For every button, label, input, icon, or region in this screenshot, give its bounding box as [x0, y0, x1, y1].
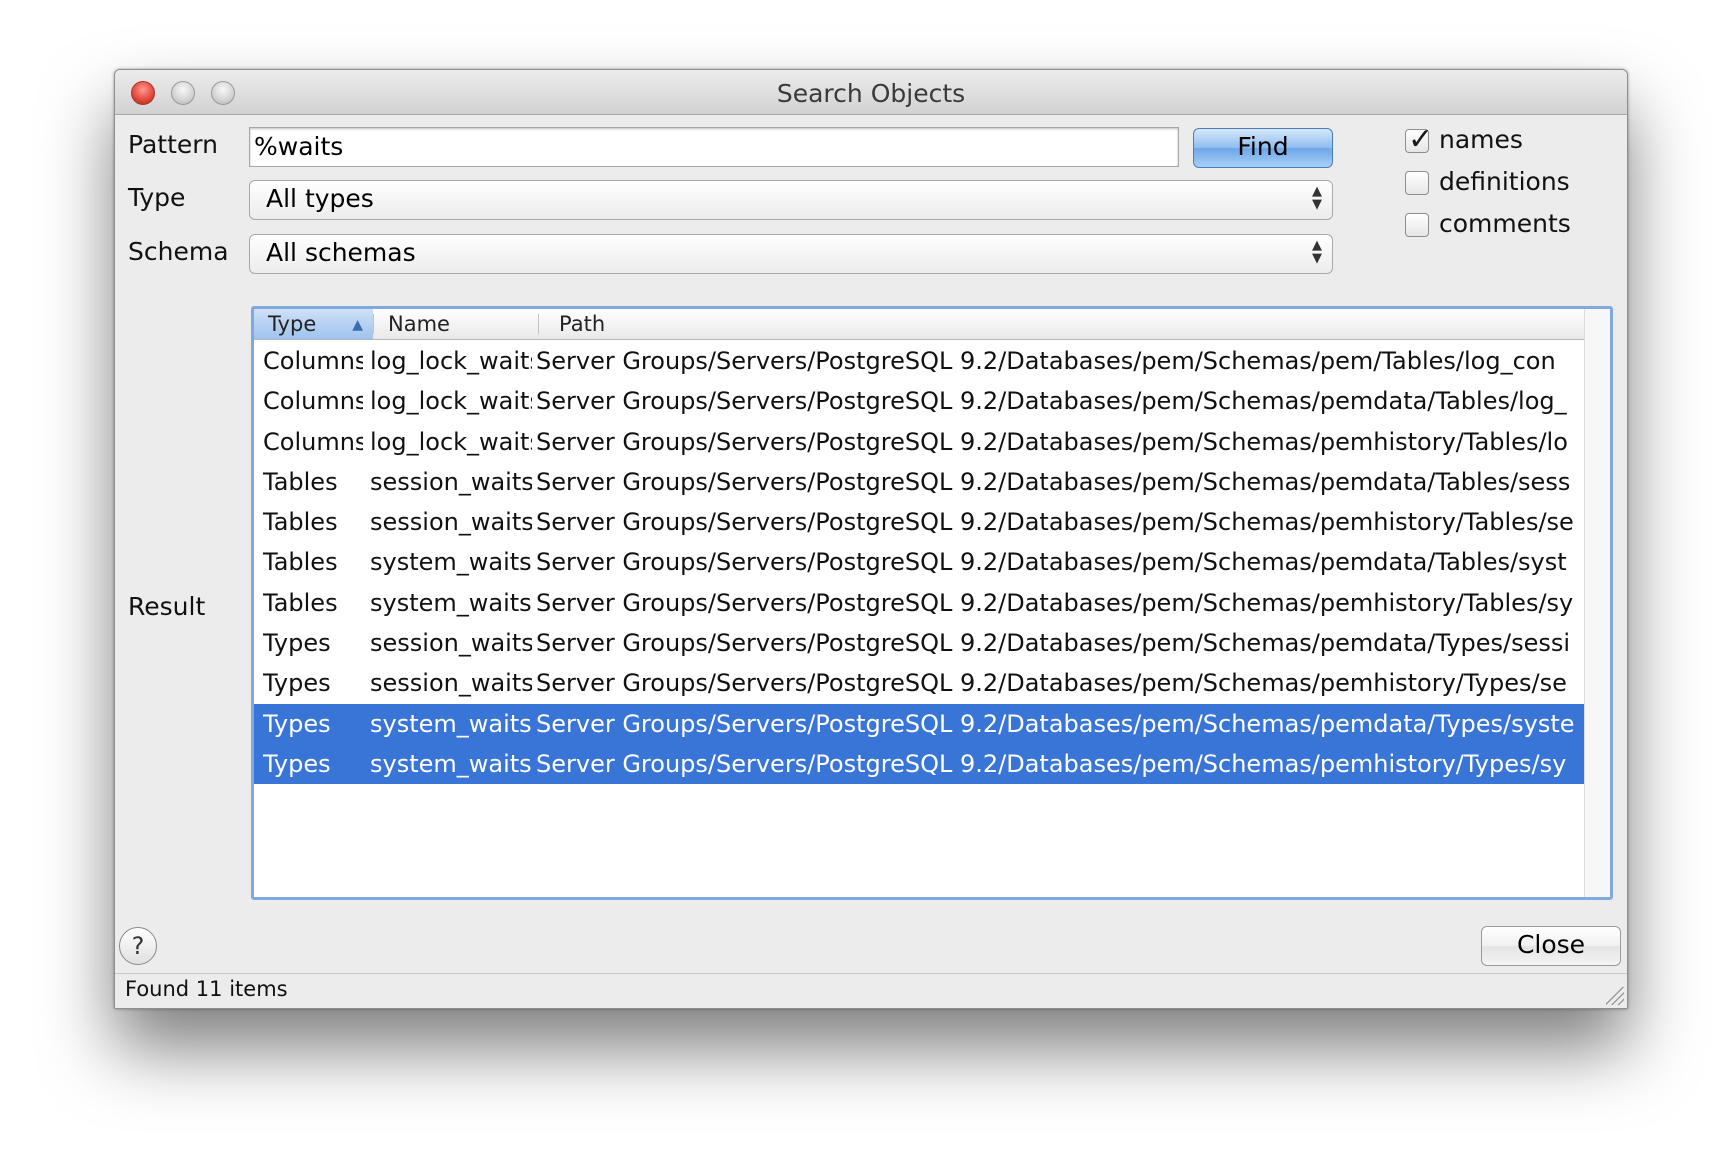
vertical-scrollbar[interactable]	[1584, 309, 1610, 897]
comments-checkbox[interactable]	[1405, 213, 1429, 237]
type-select-value: All types	[266, 184, 374, 213]
table-row[interactable]: Tables system_waits Server Groups/Servers/…	[254, 542, 1588, 582]
table-row[interactable]: Tables system_waits Server Groups/Servers/…	[254, 583, 1588, 623]
cell-path: Server Groups/Servers/PostgreSQL 9.2/Dat…	[536, 709, 1575, 738]
definitions-checkbox[interactable]	[1405, 171, 1429, 195]
cell-path: Server Groups/Servers/PostgreSQL 9.2/Dat…	[536, 588, 1574, 617]
find-button[interactable]: Find	[1193, 128, 1333, 168]
status-text: Found 11 items	[125, 977, 288, 1001]
table-row[interactable]: Tables session_waits Server Groups/Servers…	[254, 502, 1588, 542]
cell-type: Columns	[263, 427, 363, 456]
definitions-option-label: definitions	[1439, 167, 1570, 196]
type-label: Type	[128, 183, 186, 212]
window-title: Search Objects	[776, 79, 966, 108]
table-row[interactable]: Types session_waits Server Groups/Servers/…	[254, 663, 1588, 703]
table-header: Type ▲ Name Path	[254, 309, 1588, 340]
cell-type: Columns	[263, 347, 363, 375]
cell-path: Server Groups/Servers/PostgreSQL 9.2/Dat…	[536, 749, 1567, 778]
cell-type: Tables	[263, 548, 338, 577]
cell-name: system_waits	[370, 749, 532, 778]
cell-name: log_lock_waits	[370, 387, 532, 416]
cell-type: Tables	[263, 467, 338, 496]
cell-path: Server Groups/Servers/PostgreSQL 9.2/Dat…	[536, 548, 1567, 577]
cell-name: system_waits	[370, 709, 532, 738]
cell-name: system_waits	[370, 548, 532, 577]
comments-option-label: comments	[1439, 209, 1571, 238]
table-row[interactable]: Columns log_lock_waits Server Groups/Serve…	[254, 422, 1588, 462]
column-header-path-label: Path	[559, 312, 606, 336]
cell-name: session_waits	[370, 669, 532, 698]
cell-type: Types	[263, 669, 331, 698]
table-row[interactable]: Columns log_lock_waits Server Groups/Serve…	[254, 341, 1588, 381]
table-row[interactable]: Types system_waits Server Groups/Servers/P…	[254, 743, 1588, 785]
result-label: Result	[128, 592, 206, 621]
type-select[interactable]: All types ▲ ▼	[249, 180, 1333, 220]
pattern-input[interactable]: %waits	[249, 127, 1179, 167]
names-checkbox[interactable]: ✓	[1405, 122, 1433, 157]
cell-type: Tables	[263, 508, 338, 537]
sort-ascending-icon: ▲	[352, 317, 363, 333]
cell-name: log_lock_waits	[370, 427, 532, 456]
cell-path: Server Groups/Servers/PostgreSQL 9.2/Dat…	[536, 387, 1567, 416]
cell-type: Tables	[263, 588, 338, 617]
column-header-type[interactable]: Type ▲	[254, 309, 373, 339]
cell-name: system_waits	[370, 588, 532, 617]
search-objects-window: Search Objects Pattern %waits Find Type …	[114, 69, 1628, 1009]
cell-path: Server Groups/Servers/PostgreSQL 9.2/Dat…	[536, 347, 1556, 375]
table-row[interactable]: Tables session_waits Server Groups/Servers…	[254, 462, 1588, 502]
select-arrows-icon: ▲ ▼	[1312, 238, 1322, 266]
cell-name: log_lock_waits	[370, 347, 532, 375]
title-bar[interactable]: Search Objects	[115, 70, 1627, 115]
status-bar: Found 11 items	[115, 973, 1627, 1008]
cell-type: Types	[263, 629, 331, 658]
table-row[interactable]: Types session_waits Server Groups/Servers/…	[254, 623, 1588, 663]
result-table[interactable]: Type ▲ Name Path Columns log_lock_waits Se…	[251, 306, 1613, 900]
resize-grip-icon[interactable]	[1606, 987, 1624, 1005]
cell-type: Types	[263, 709, 331, 738]
help-icon: ?	[131, 932, 145, 960]
cell-name: session_waits	[370, 508, 532, 537]
table-body: Columns log_lock_waits Server Groups/Serve…	[254, 341, 1588, 785]
column-header-name-label: Name	[388, 312, 450, 336]
schema-select-value: All schemas	[266, 238, 416, 267]
cell-path: Server Groups/Servers/PostgreSQL 9.2/Dat…	[536, 508, 1574, 537]
cell-type: Types	[263, 749, 331, 778]
cell-type: Columns	[263, 387, 363, 416]
cell-name: session_waits	[370, 467, 532, 496]
pattern-label: Pattern	[128, 130, 218, 159]
table-row[interactable]: Columns log_lock_waits Server Groups/Serve…	[254, 381, 1588, 421]
names-option-label: names	[1439, 125, 1523, 154]
table-row[interactable]: Types system_waits Server Groups/Servers/P…	[254, 703, 1588, 744]
cell-path: Server Groups/Servers/PostgreSQL 9.2/Dat…	[536, 427, 1568, 456]
help-button[interactable]: ?	[119, 927, 157, 965]
select-arrows-icon: ▲ ▼	[1312, 184, 1322, 212]
schema-select[interactable]: All schemas ▲ ▼	[249, 234, 1333, 274]
column-header-name[interactable]: Name	[374, 309, 538, 339]
column-header-type-label: Type	[268, 312, 317, 336]
close-button[interactable]: Close	[1481, 926, 1621, 966]
column-header-path[interactable]: Path	[539, 309, 1588, 339]
checkmark-icon: ✓	[1408, 122, 1434, 157]
cell-path: Server Groups/Servers/PostgreSQL 9.2/Dat…	[536, 467, 1571, 496]
schema-label: Schema	[128, 237, 229, 266]
cell-path: Server Groups/Servers/PostgreSQL 9.2/Dat…	[536, 629, 1571, 658]
cell-path: Server Groups/Servers/PostgreSQL 9.2/Dat…	[536, 669, 1567, 698]
cell-name: session_waits	[370, 629, 532, 658]
